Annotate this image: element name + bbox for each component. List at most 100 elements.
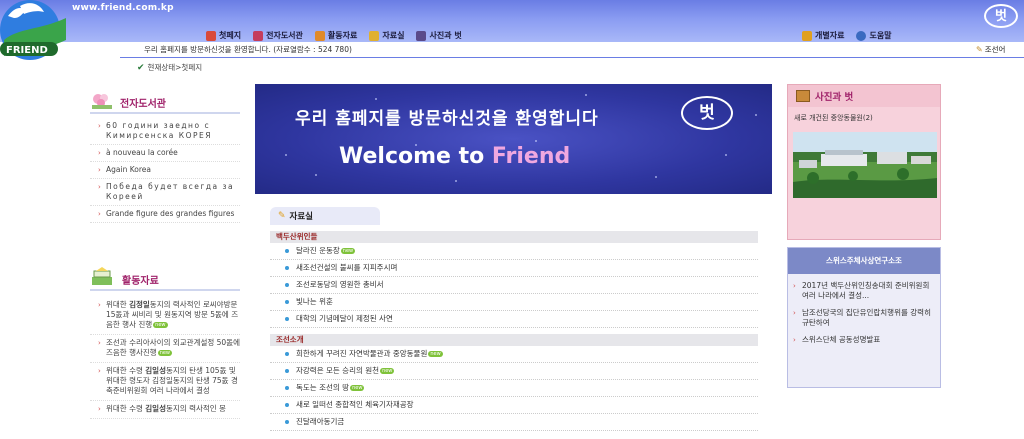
list-item-text: Grande figure des grandes figures	[106, 209, 235, 218]
nav-label: 사진과 벗	[429, 31, 462, 40]
category-heading[interactable]: 조선소개	[270, 334, 758, 346]
archive-tab[interactable]: ✎ 자료실	[270, 207, 380, 225]
archive-section: ✎ 자료실 백두산위인들 달라진 운동장 new 새조선건설의 불씨를 지피주시며…	[270, 207, 758, 431]
photo-heading[interactable]: 사진과 벗	[788, 85, 940, 107]
list-item[interactable]: › 남조선당국의 집단유인랍치행위를 강력히 규탄하여	[788, 305, 940, 332]
list-item[interactable]: › 위대한 김정일동지의 력사적인 로씨야방문 15돐과 씨비리 및 원동지역 방…	[90, 297, 240, 335]
banner-brand-mark: 벗	[681, 96, 733, 130]
main-nav: 첫페지 전자도서관 활동자료 자료실 사진과 벗	[206, 30, 462, 41]
category-heading[interactable]: 백두산위인들	[270, 231, 758, 243]
arrow-icon: ›	[793, 336, 796, 344]
bullet-icon	[285, 403, 289, 407]
arrow-icon: ›	[98, 339, 101, 347]
photo-section: 사진과 벗 새로 개건된 중앙동물원(2)	[787, 84, 941, 240]
breadcrumb-icon: ✔	[137, 62, 145, 73]
new-badge-icon: new	[350, 385, 365, 391]
nav-label: 개별자료	[815, 31, 845, 40]
list-item[interactable]: 조선로동당의 영원한 총비서	[270, 277, 758, 294]
document-icon	[802, 30, 812, 41]
language-link[interactable]: ✎ 조선어	[976, 44, 1005, 55]
list-item[interactable]: 자강력은 모든 승리의 원천 new	[270, 363, 758, 380]
bullet-icon	[285, 420, 289, 424]
activity-title: 활동자료	[122, 276, 159, 287]
arrow-icon: ›	[98, 367, 101, 375]
item-bold: 김정일	[129, 300, 150, 309]
item-prefix: 위대한 수령	[106, 366, 146, 375]
home-icon	[206, 30, 216, 41]
nav-label: 활동자료	[327, 31, 358, 40]
activity-heading[interactable]: 활동자료	[90, 267, 240, 291]
list-item[interactable]: 희한하게 꾸려진 자연박물관과 중앙동물원 new	[270, 346, 758, 363]
list-item-text: 진달래아동기금	[296, 417, 345, 426]
nav-label: 자료실	[382, 31, 405, 40]
bullet-icon	[285, 300, 289, 304]
list-item[interactable]: 대학의 기념메달이 제정된 사연	[270, 311, 758, 328]
list-item-text: 대학의 기념메달이 제정된 사연	[296, 314, 393, 323]
book-icon	[253, 30, 264, 41]
item-bold: 김일성	[145, 366, 166, 375]
activity-list: › 위대한 김정일동지의 력사적인 로씨야방문 15돐과 씨비리 및 원동지역 방…	[90, 297, 240, 419]
arrow-icon: ›	[793, 282, 796, 290]
list-item[interactable]: › Again Korea	[90, 162, 240, 179]
item-suffix: 동지의 력사적인 몽	[165, 404, 226, 413]
list-item-text: 2017년 백두산위인칭송대회 준비위원회 여러 나라에서 결성...	[802, 281, 930, 300]
list-item[interactable]: 달라진 운동장 new	[270, 243, 758, 260]
list-item[interactable]: 새로 일떠선 종합적인 체육기자재공장	[270, 397, 758, 414]
list-item-text: Победа будет всегда за Кореей	[106, 182, 235, 201]
nav-archive[interactable]: 자료실	[369, 30, 404, 41]
juche-heading[interactable]: 스위스주체사상연구소조	[788, 248, 940, 274]
ebook-title: 전자도서관	[120, 99, 166, 110]
welcome-banner: 우리 홈페지를 방문하신것을 환영합니다 벗 Welcome to Friend	[255, 84, 772, 194]
photo-title-text: 사진과 벗	[815, 92, 854, 103]
list-item-text: 새로 일떠선 종합적인 체육기자재공장	[296, 400, 414, 409]
list-item[interactable]: › 2017년 백두산위인칭송대회 준비위원회 여러 나라에서 결성...	[788, 278, 940, 305]
zoo-photo[interactable]	[793, 132, 937, 198]
list-item[interactable]: › 60 години заедно с Кимирсенска КОРЕЯ	[90, 118, 240, 145]
brand-mark: 벗	[984, 4, 1018, 28]
bullet-icon	[285, 283, 289, 287]
photo-caption[interactable]: 새로 개건된 중앙동물원(2)	[794, 113, 940, 123]
category-list: 희한하게 꾸려진 자연박물관과 중앙동물원 new 자강력은 모든 승리의 원천 n…	[270, 346, 758, 431]
list-item-text: 새조선건설의 불씨를 지피주시며	[296, 263, 398, 272]
arrow-icon: ›	[98, 210, 101, 218]
archive-title: 자료실	[289, 212, 314, 222]
bullet-icon	[285, 249, 289, 253]
list-item-text: 남조선당국의 집단유인랍치행위를 강력히 규탄하여	[802, 308, 931, 327]
nav-help[interactable]: 도움말	[856, 30, 892, 41]
arrow-icon: ›	[98, 183, 101, 191]
nav-label: 도움말	[869, 31, 892, 40]
secondary-nav: 개별자료 도움말	[802, 30, 892, 41]
bullet-icon	[285, 266, 289, 270]
list-item[interactable]: › Победа будет всегда за Кореей	[90, 179, 240, 206]
nav-home[interactable]: 첫페지	[206, 30, 241, 41]
list-item[interactable]: 진달래아동기금	[270, 414, 758, 431]
pencil-icon: ✎	[278, 211, 286, 221]
nav-photo[interactable]: 사진과 벗	[416, 30, 462, 41]
list-item-text: 스위스단체 공동성명발표	[802, 335, 881, 344]
list-item[interactable]: 새조선건설의 불씨를 지피주시며	[270, 260, 758, 277]
list-item[interactable]: 빛나는 위훈	[270, 294, 758, 311]
list-item[interactable]: › 위대한 수령 김일성동지의 탄생 105돐 및 위대한 령도자 김정일동지의 …	[90, 363, 240, 401]
flower-icon	[92, 94, 112, 109]
item-prefix: 위대한 수령	[106, 404, 146, 413]
list-item[interactable]: › 조선과 수리아사이의 외교관계설정 50돐에 즈음한 행사진행 new	[90, 335, 240, 363]
list-item-text: Again Korea	[106, 165, 151, 174]
ebook-list: › 60 години заедно с Кимирсенска КОРЕЯ › à…	[90, 118, 240, 223]
ebook-heading[interactable]: 전자도서관	[90, 92, 240, 114]
ebook-section: 전자도서관 › 60 години заедно с Кимирсенска КО…	[90, 92, 240, 223]
list-item[interactable]: › Grande figure des grandes figures	[90, 206, 240, 223]
archive-icon	[369, 30, 380, 41]
list-item[interactable]: › 스위스단체 공동성명발표	[788, 332, 940, 349]
nav-individual[interactable]: 개별자료	[802, 30, 844, 41]
nav-ebook[interactable]: 전자도서관	[253, 30, 303, 41]
list-item[interactable]: 독도는 조선의 땅 new	[270, 380, 758, 397]
list-item[interactable]: › à nouveau la corée	[90, 145, 240, 162]
bullet-icon	[285, 352, 289, 356]
friend-logo[interactable]: FRIEND	[0, 0, 72, 66]
list-item[interactable]: › 위대한 수령 김일성동지의 력사적인 몽	[90, 401, 240, 419]
nav-activity[interactable]: 활동자료	[314, 30, 358, 41]
new-badge-icon: new	[380, 368, 395, 374]
arrow-icon: ›	[98, 301, 101, 309]
juche-list: › 2017년 백두산위인칭송대회 준비위원회 여러 나라에서 결성... › 남조…	[788, 278, 940, 349]
juche-section: 스위스주체사상연구소조 › 2017년 백두산위인칭송대회 준비위원회 여러 나라…	[787, 247, 941, 388]
